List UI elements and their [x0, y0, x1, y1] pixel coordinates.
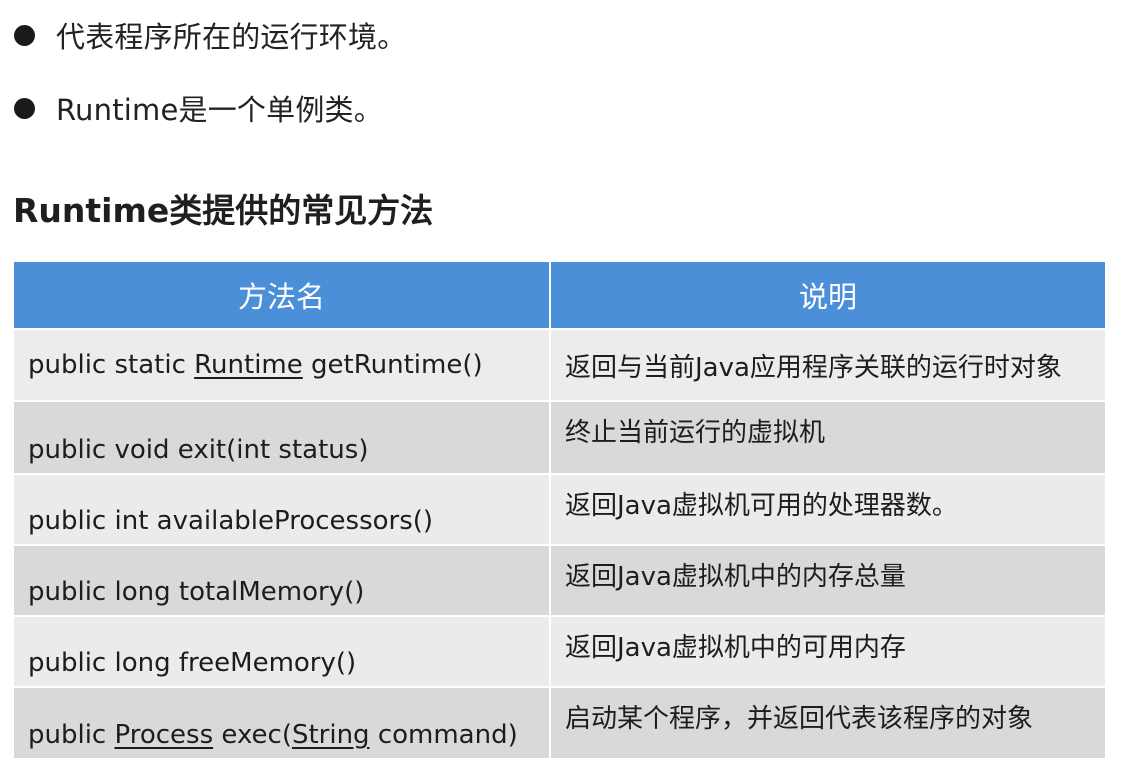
bullet-item: 代表程序所在的运行环境。: [14, 15, 406, 55]
method-description: 返回Java虚拟机中的可用内存: [549, 615, 1107, 688]
method-description: 返回Java虚拟机可用的处理器数。: [549, 473, 1107, 546]
table-row: public static Runtime getRuntime() 返回与当前…: [12, 328, 1107, 402]
section-title: Runtime类提供的常见方法: [13, 191, 434, 230]
methods-table: 方法名 说明 public static Runtime getRuntime(…: [12, 260, 1107, 760]
bullet-text: 代表程序所在的运行环境。: [56, 20, 407, 54]
header-method-name: 方法名: [12, 260, 551, 330]
method-signature: public void exit(int status): [12, 400, 551, 475]
table-header-row: 方法名 说明: [12, 260, 1107, 330]
table-row: public long totalMemory() 返回Java虚拟机中的内存总…: [12, 544, 1107, 617]
type-link[interactable]: Runtime: [194, 350, 303, 380]
header-description: 说明: [549, 260, 1107, 330]
method-signature: public static Runtime getRuntime(): [12, 328, 551, 402]
signature-text: public static: [28, 350, 195, 380]
table-row: public int availableProcessors() 返回Java虚…: [12, 473, 1107, 546]
bullet-dot-icon: [14, 24, 35, 46]
method-description: 终止当前运行的虚拟机: [549, 400, 1107, 475]
signature-text: public long totalMemory(): [28, 577, 365, 607]
method-description: 启动某个程序，并返回代表该程序的对象: [549, 686, 1107, 760]
method-description: 返回Java虚拟机中的内存总量: [549, 544, 1107, 617]
method-signature: public Process exec(String command): [12, 686, 551, 760]
signature-text: public int availableProcessors(): [28, 506, 434, 536]
table-row: public void exit(int status) 终止当前运行的虚拟机: [12, 400, 1107, 475]
bullet-text: Runtime是一个单例类。: [56, 93, 383, 127]
method-signature: public int availableProcessors(): [12, 473, 551, 546]
signature-text: public long freeMemory(): [28, 648, 357, 678]
table-row: public Process exec(String command) 启动某个…: [12, 686, 1107, 760]
bullet-item: Runtime是一个单例类。: [14, 88, 383, 128]
signature-text: public void exit(int status): [28, 435, 369, 465]
bullet-dot-icon: [14, 97, 35, 119]
signature-text: getRuntime(): [302, 350, 483, 380]
method-signature: public long totalMemory(): [12, 544, 551, 617]
table-row: public long freeMemory() 返回Java虚拟机中的可用内存: [12, 615, 1107, 688]
method-description: 返回与当前Java应用程序关联的运行时对象: [549, 328, 1107, 402]
method-signature: public long freeMemory(): [12, 615, 551, 688]
